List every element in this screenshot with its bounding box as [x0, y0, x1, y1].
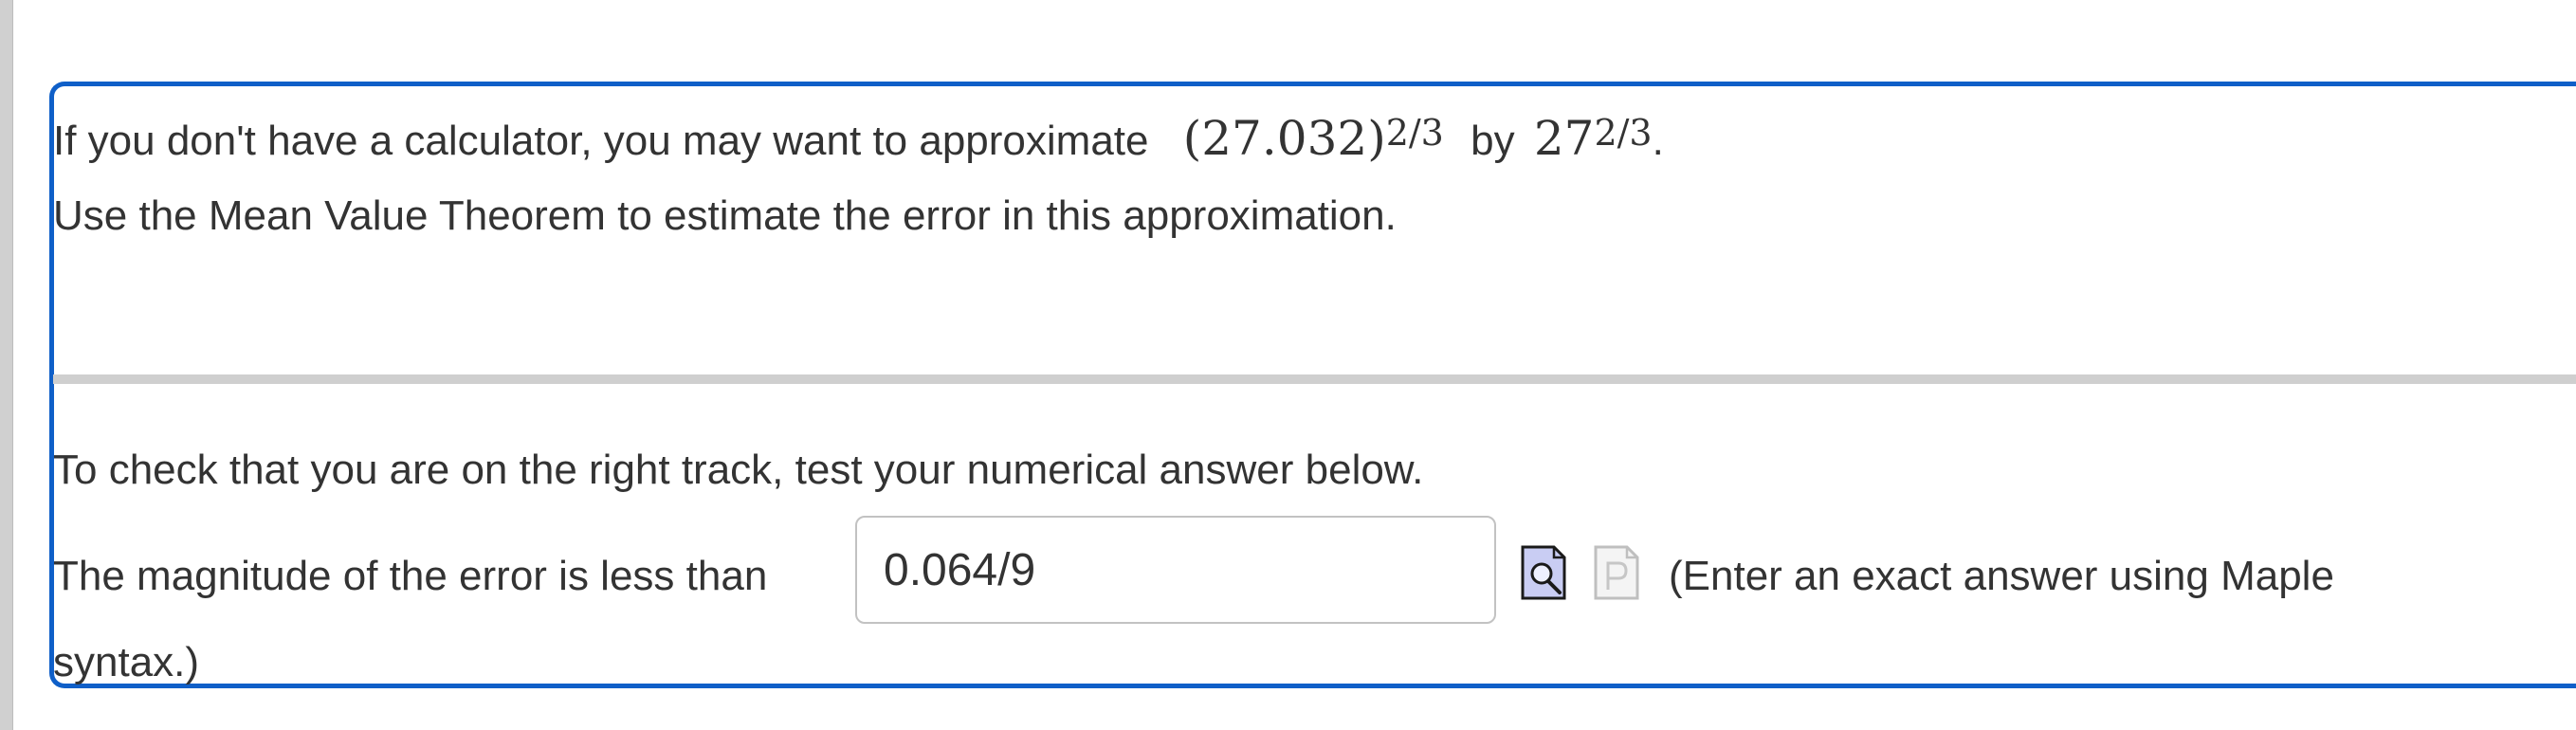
- period: .: [1652, 118, 1664, 164]
- answer-note-line1: (Enter an exact answer using Maple: [1669, 553, 2334, 599]
- math-approx-base: 27: [1533, 111, 1595, 166]
- math-exponent: 2/3: [1385, 112, 1444, 154]
- section-divider: [53, 374, 2576, 384]
- paste-document-icon[interactable]: [1593, 544, 1640, 601]
- answer-input[interactable]: [855, 516, 1496, 624]
- math-approximation: 272/3: [1534, 111, 1653, 166]
- preview-magnifier-icon[interactable]: [1520, 544, 1567, 601]
- page: If you don't have a calculator, you may …: [0, 0, 2576, 730]
- by-word: by: [1471, 118, 1515, 164]
- math-expression: (27.032)2/3: [1183, 111, 1444, 166]
- question-intro-line: If you don't have a calculator, you may …: [53, 115, 1664, 162]
- left-scroll-rail: [0, 0, 13, 730]
- question-intro-text: If you don't have a calculator, you may …: [53, 118, 1149, 164]
- math-approx-exponent: 2/3: [1594, 112, 1653, 154]
- answer-note-line2: syntax.): [53, 639, 200, 685]
- check-prompt: To check that you are on the right track…: [53, 447, 1424, 493]
- math-base: (27.032): [1182, 111, 1386, 166]
- question-instruction: Use the Mean Value Theorem to estimate t…: [53, 192, 1397, 239]
- answer-label: The magnitude of the error is less than: [53, 553, 768, 599]
